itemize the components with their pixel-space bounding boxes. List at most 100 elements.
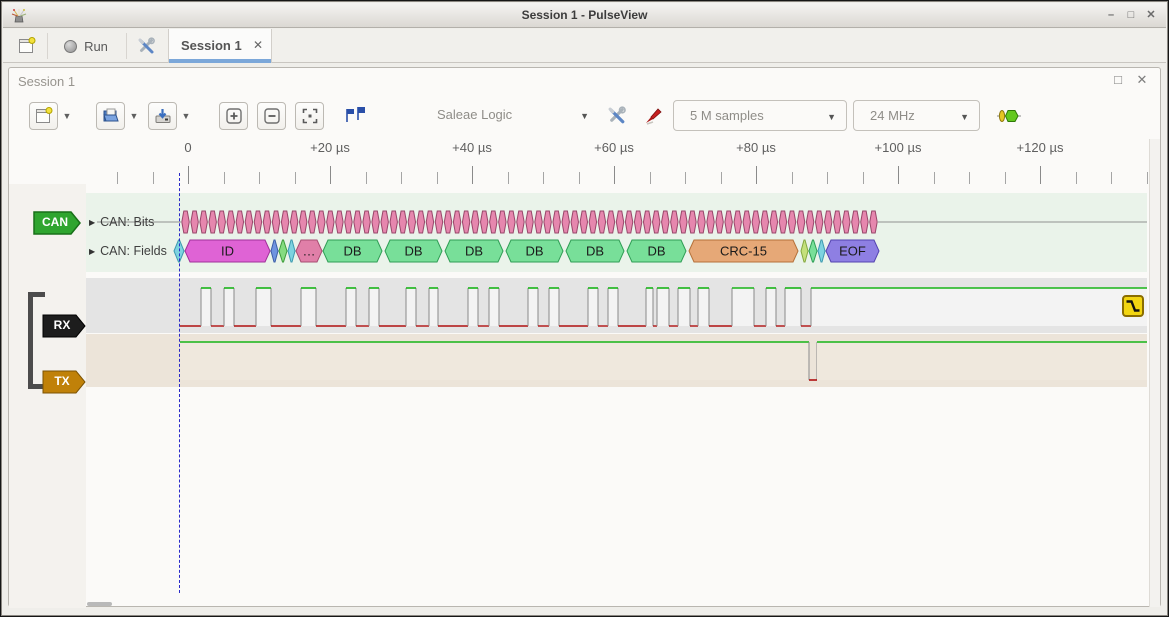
time-zero-cursor[interactable] bbox=[179, 173, 180, 593]
can-bit-annotation[interactable] bbox=[707, 211, 714, 233]
panel-close-button[interactable]: ✕ bbox=[1134, 72, 1150, 88]
can-bit-annotation[interactable] bbox=[381, 211, 388, 233]
can-field-annotation[interactable] bbox=[271, 240, 278, 262]
can-bit-annotation[interactable] bbox=[770, 211, 777, 233]
can-bit-annotation[interactable] bbox=[653, 211, 660, 233]
decoder-row-fields[interactable]: ▶CAN: Fields bbox=[89, 244, 167, 258]
can-bit-annotation[interactable] bbox=[390, 211, 397, 233]
zoom-in-button[interactable] bbox=[219, 102, 248, 130]
trace-group-bracket[interactable] bbox=[28, 292, 33, 389]
run-button[interactable]: Run bbox=[55, 31, 117, 61]
can-bit-annotation[interactable] bbox=[815, 211, 822, 233]
can-bit-annotation[interactable] bbox=[779, 211, 786, 233]
can-bit-annotation[interactable] bbox=[372, 211, 379, 233]
tx-channel-tag[interactable]: TX bbox=[42, 370, 90, 394]
can-bit-annotation[interactable] bbox=[535, 211, 542, 233]
can-bit-annotation[interactable] bbox=[481, 211, 488, 233]
can-bit-annotation[interactable] bbox=[752, 211, 759, 233]
can-bit-annotation[interactable] bbox=[281, 211, 288, 233]
configure-channels-button[interactable] bbox=[639, 102, 667, 130]
can-bit-annotation[interactable] bbox=[508, 211, 515, 233]
panel-undock-button[interactable]: □ bbox=[1110, 72, 1126, 88]
can-bit-annotation[interactable] bbox=[327, 211, 334, 233]
can-bit-annotation[interactable] bbox=[725, 211, 732, 233]
new-session-button[interactable] bbox=[11, 31, 43, 61]
can-bit-annotation[interactable] bbox=[689, 211, 696, 233]
can-bit-annotation[interactable] bbox=[236, 211, 243, 233]
can-bit-annotation[interactable] bbox=[227, 211, 234, 233]
can-bit-annotation[interactable] bbox=[408, 211, 415, 233]
show-markers-button[interactable] bbox=[341, 102, 369, 130]
can-bit-annotation[interactable] bbox=[517, 211, 524, 233]
can-bit-annotation[interactable] bbox=[426, 211, 433, 233]
close-button[interactable]: ✕ bbox=[1142, 6, 1160, 24]
can-bit-annotation[interactable] bbox=[435, 211, 442, 233]
can-field-annotation[interactable] bbox=[279, 240, 287, 262]
can-bit-annotation[interactable] bbox=[272, 211, 279, 233]
add-decoder-button[interactable] bbox=[995, 102, 1023, 130]
can-bit-annotation[interactable] bbox=[263, 211, 270, 233]
new-file-button[interactable] bbox=[29, 102, 58, 130]
maximize-button[interactable]: □ bbox=[1122, 6, 1140, 24]
can-bit-annotation[interactable] bbox=[806, 211, 813, 233]
can-bit-annotation[interactable] bbox=[861, 211, 868, 233]
minimize-button[interactable]: – bbox=[1102, 6, 1120, 24]
can-bit-annotation[interactable] bbox=[634, 211, 641, 233]
can-bit-annotation[interactable] bbox=[698, 211, 705, 233]
can-bit-annotation[interactable] bbox=[471, 211, 478, 233]
can-decoder-tag[interactable]: CAN bbox=[33, 211, 81, 235]
can-bit-annotation[interactable] bbox=[417, 211, 424, 233]
can-bit-annotation[interactable] bbox=[625, 211, 632, 233]
can-bit-annotation[interactable] bbox=[182, 211, 189, 233]
can-bit-annotation[interactable] bbox=[462, 211, 469, 233]
can-bit-annotation[interactable] bbox=[743, 211, 750, 233]
can-bit-annotation[interactable] bbox=[309, 211, 316, 233]
can-bit-annotation[interactable] bbox=[589, 211, 596, 233]
can-bit-annotation[interactable] bbox=[299, 211, 306, 233]
save-button[interactable] bbox=[148, 102, 177, 130]
zoom-fit-button[interactable] bbox=[295, 102, 324, 130]
can-bit-annotation[interactable] bbox=[598, 211, 605, 233]
can-bit-annotation[interactable] bbox=[824, 211, 831, 233]
can-bit-annotation[interactable] bbox=[200, 211, 207, 233]
can-bit-annotation[interactable] bbox=[834, 211, 841, 233]
can-bit-annotation[interactable] bbox=[363, 211, 370, 233]
can-bit-annotation[interactable] bbox=[680, 211, 687, 233]
can-bit-annotation[interactable] bbox=[290, 211, 297, 233]
can-bit-annotation[interactable] bbox=[453, 211, 460, 233]
can-field-annotation[interactable] bbox=[818, 240, 825, 262]
can-bit-annotation[interactable] bbox=[870, 211, 877, 233]
decoder-row-bits[interactable]: ▶CAN: Bits bbox=[89, 215, 154, 229]
can-bit-annotation[interactable] bbox=[580, 211, 587, 233]
settings-button[interactable] bbox=[131, 31, 161, 61]
can-bit-annotation[interactable] bbox=[671, 211, 678, 233]
can-field-annotation[interactable] bbox=[288, 240, 295, 262]
can-bit-annotation[interactable] bbox=[191, 211, 198, 233]
can-bit-annotation[interactable] bbox=[616, 211, 623, 233]
zoom-out-button[interactable] bbox=[257, 102, 286, 130]
can-bit-annotation[interactable] bbox=[336, 211, 343, 233]
can-bit-annotation[interactable] bbox=[218, 211, 225, 233]
can-bit-annotation[interactable] bbox=[553, 211, 560, 233]
expand-arrow-icon[interactable]: ▶ bbox=[89, 247, 95, 256]
tab-close-icon[interactable]: ✕ bbox=[253, 38, 263, 52]
configure-device-button[interactable] bbox=[603, 102, 631, 130]
time-ruler[interactable]: 0+20 µs+40 µs+60 µs+80 µs+100 µs+120 µs bbox=[9, 137, 1162, 184]
can-bit-annotation[interactable] bbox=[788, 211, 795, 233]
trigger-falling-edge-icon[interactable] bbox=[1122, 295, 1144, 322]
expand-arrow-icon[interactable]: ▶ bbox=[89, 218, 95, 227]
can-bit-annotation[interactable] bbox=[318, 211, 325, 233]
new-file-dropdown[interactable]: ▼ bbox=[59, 102, 75, 130]
can-bit-annotation[interactable] bbox=[797, 211, 804, 233]
can-bit-annotation[interactable] bbox=[209, 211, 216, 233]
save-dropdown[interactable]: ▼ bbox=[178, 102, 194, 130]
can-bit-annotation[interactable] bbox=[490, 211, 497, 233]
can-bit-annotation[interactable] bbox=[662, 211, 669, 233]
can-bit-annotation[interactable] bbox=[499, 211, 506, 233]
can-bit-annotation[interactable] bbox=[345, 211, 352, 233]
horizontal-scrollbar[interactable] bbox=[87, 602, 112, 606]
open-button[interactable] bbox=[96, 102, 125, 130]
tab-session-1[interactable]: Session 1 ✕ bbox=[168, 29, 272, 63]
can-bit-annotation[interactable] bbox=[761, 211, 768, 233]
can-bit-annotation[interactable] bbox=[643, 211, 650, 233]
